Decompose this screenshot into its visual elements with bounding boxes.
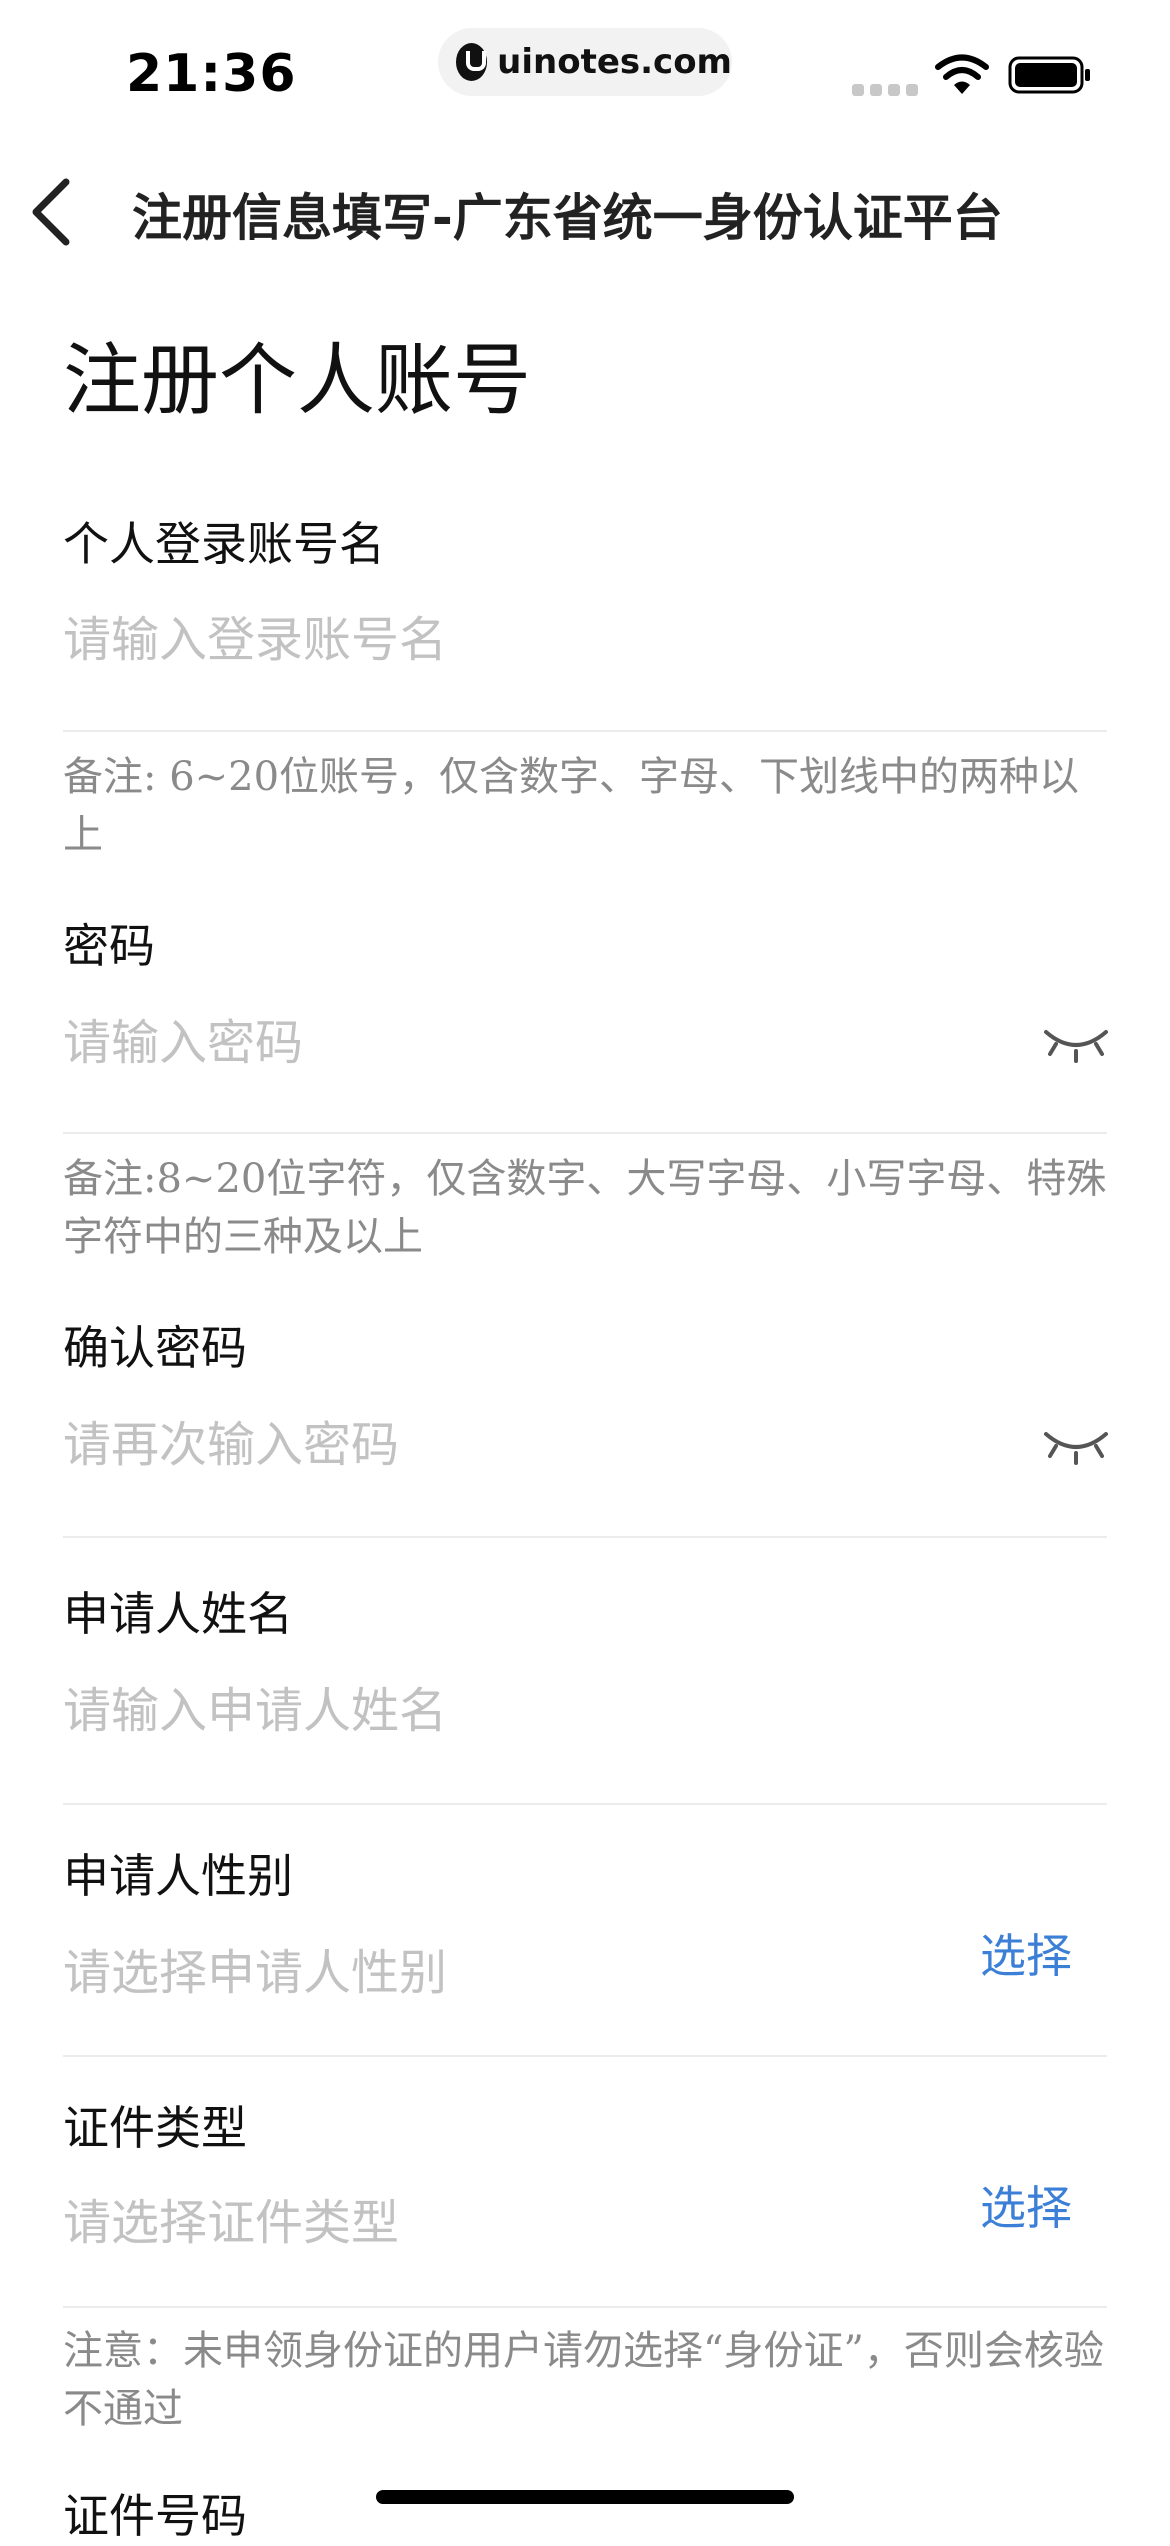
eye-closed-icon[interactable] <box>1042 1024 1110 1064</box>
status-time: 21:36 <box>126 44 297 104</box>
battery-icon <box>1008 56 1090 94</box>
navigation-bar: 注册信息填写-广东省统一身份认证平台 <box>0 150 1170 270</box>
confirm-password-input[interactable] <box>63 1410 963 1480</box>
site-logo-icon <box>456 43 488 81</box>
account-input[interactable] <box>63 605 963 675</box>
password-note: 备注:8~20位字符，仅含数字、大写字母、小写字母、特殊字符中的三种及以上 <box>63 1156 1107 1260</box>
cellular-signal-icon <box>852 84 918 96</box>
back-button[interactable] <box>14 170 94 250</box>
account-note: 备注: 6~20位账号，仅含数字、字母、下划线中的两种以上 <box>63 754 1080 858</box>
url-pill[interactable]: uinotes.com <box>438 28 732 96</box>
divider <box>63 1132 1107 1134</box>
divider <box>63 730 1107 732</box>
id-type-note: 注意：未申领身份证的用户请勿选择“身份证”，否则会核验不通过 <box>63 2328 1104 2432</box>
id-type-label: 证件类型 <box>63 2101 247 2155</box>
chevron-left-icon <box>32 178 70 246</box>
divider <box>63 1536 1107 1538</box>
divider <box>63 2306 1107 2308</box>
nav-title: 注册信息填写-广东省统一身份认证平台 <box>132 189 1003 247</box>
gender-select-button[interactable]: 选择 <box>980 1920 1072 1986</box>
home-indicator[interactable] <box>376 2490 794 2504</box>
applicant-name-input[interactable] <box>63 1676 963 1746</box>
id-type-select-button[interactable]: 选择 <box>980 2172 1072 2238</box>
url-text: uinotes.com <box>497 42 732 82</box>
eye-closed-icon[interactable] <box>1042 1426 1110 1466</box>
applicant-name-label: 申请人姓名 <box>63 1587 293 1641</box>
password-input[interactable] <box>63 1008 963 1078</box>
confirm-password-label: 确认密码 <box>63 1321 247 1375</box>
gender-input[interactable] <box>63 1938 943 2008</box>
id-type-input[interactable] <box>63 2188 943 2258</box>
account-label: 个人登录账号名 <box>63 517 385 571</box>
password-label: 密码 <box>63 919 155 973</box>
page-title: 注册个人账号 <box>63 336 532 426</box>
divider <box>63 2055 1107 2057</box>
gender-label: 申请人性别 <box>63 1849 293 1903</box>
divider <box>63 1803 1107 1805</box>
status-bar: 21:36 uinotes.com <box>0 0 1170 150</box>
id-number-label: 证件号码 <box>63 2489 247 2543</box>
wifi-icon <box>935 54 989 94</box>
